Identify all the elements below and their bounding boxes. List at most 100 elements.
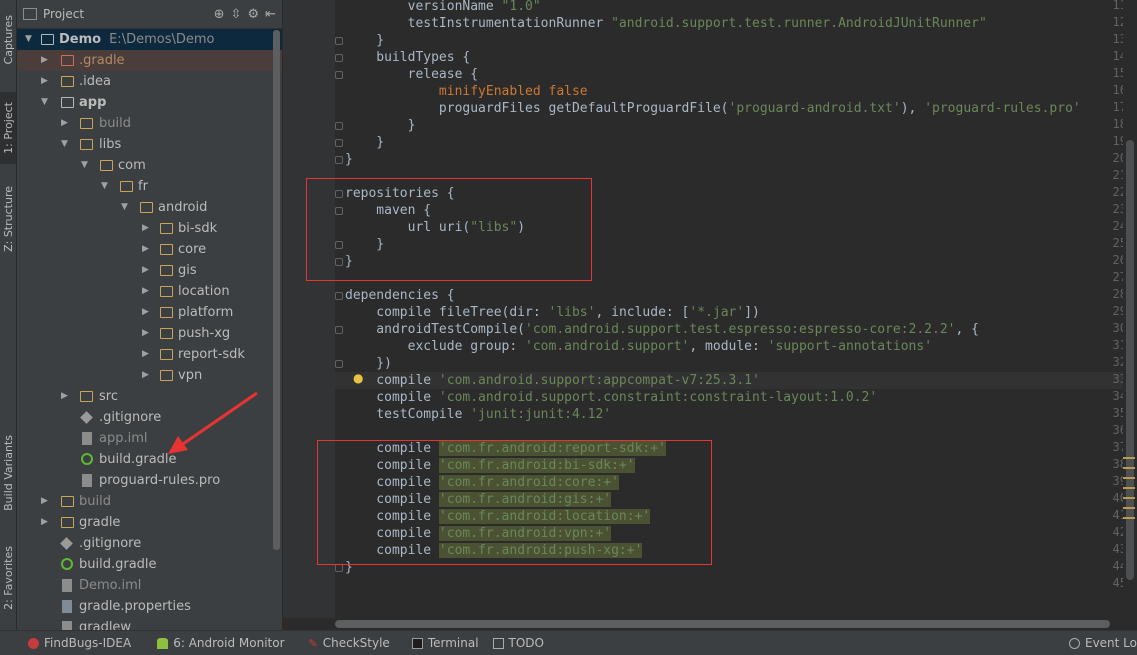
fold-marker-icon[interactable] bbox=[335, 54, 343, 62]
tree-item-gis[interactable]: ▶ gis bbox=[17, 260, 282, 281]
error-stripe-marker[interactable] bbox=[1123, 457, 1135, 459]
code-line: buildTypes { bbox=[345, 49, 470, 66]
tree-item-src[interactable]: ▶ src bbox=[17, 386, 282, 407]
tree-item-libs[interactable]: ▼ libs bbox=[17, 134, 282, 155]
tree-item-bi-sdk[interactable]: ▶ bi-sdk bbox=[17, 218, 282, 239]
tree-item-gitignore[interactable]: .gitignore bbox=[17, 533, 282, 554]
tree-item-fr[interactable]: ▼ fr bbox=[17, 176, 282, 197]
tree-item-gradle[interactable]: ▶ gradle bbox=[17, 512, 282, 533]
collapsed-arrow-icon[interactable]: ▶ bbox=[41, 50, 51, 71]
line-number: 43 bbox=[1112, 542, 1127, 556]
collapsed-arrow-icon[interactable]: ▶ bbox=[142, 281, 152, 302]
expanded-arrow-icon[interactable]: ▼ bbox=[121, 197, 131, 218]
error-stripe-marker[interactable] bbox=[1123, 467, 1135, 469]
collapsed-arrow-icon[interactable]: ▶ bbox=[142, 218, 152, 239]
fold-marker-icon[interactable] bbox=[335, 360, 343, 368]
tree-item-gradlew[interactable]: gradlew bbox=[17, 617, 282, 630]
collapsed-arrow-icon[interactable]: ▶ bbox=[142, 344, 152, 365]
fold-marker-icon[interactable] bbox=[335, 564, 343, 572]
tree-item-build-gradle[interactable]: build.gradle bbox=[17, 554, 282, 575]
code-editor[interactable]: 11 versionName "1.0" 12 testInstrumentati… bbox=[283, 0, 1137, 630]
event-log-tab[interactable]: Event Lo bbox=[1068, 631, 1137, 655]
error-stripe-marker[interactable] bbox=[1123, 507, 1135, 509]
tree-item-location[interactable]: ▶ location bbox=[17, 281, 282, 302]
tree-item-demo[interactable]: ▼ Demo E:\Demos\Demo bbox=[17, 29, 282, 50]
tree-item-push-xg[interactable]: ▶ push-xg bbox=[17, 323, 282, 344]
vertical-scrollbar[interactable] bbox=[1123, 0, 1137, 618]
horizontal-scrollbar[interactable] bbox=[335, 618, 1137, 630]
tree-label: gis bbox=[178, 263, 197, 278]
collapsed-arrow-icon[interactable]: ▶ bbox=[142, 239, 152, 260]
todo-tab[interactable]: TODO bbox=[492, 636, 544, 650]
tree-label: libs bbox=[99, 137, 122, 152]
expanded-arrow-icon[interactable]: ▼ bbox=[61, 134, 71, 155]
lightbulb-icon[interactable]: ● bbox=[353, 371, 363, 385]
android-monitor-tab[interactable]: 6: Android Monitor bbox=[157, 636, 285, 650]
fold-marker-icon[interactable] bbox=[335, 122, 343, 130]
code-token: 'com.android.support:appcompat-v7:25.3.1… bbox=[438, 373, 760, 388]
fold-marker-icon[interactable] bbox=[335, 156, 343, 164]
tab-build-variants-label: Build Variants bbox=[1, 434, 15, 511]
error-stripe-marker[interactable] bbox=[1123, 497, 1135, 499]
tree-item-platform[interactable]: ▶ platform bbox=[17, 302, 282, 323]
sync-icon[interactable]: ⊕ bbox=[214, 7, 225, 22]
collapsed-arrow-icon[interactable]: ▶ bbox=[142, 323, 152, 344]
horizontal-scroll-thumb[interactable] bbox=[335, 620, 1110, 628]
fold-marker-icon[interactable] bbox=[335, 139, 343, 147]
terminal-tab[interactable]: Terminal bbox=[411, 636, 479, 650]
error-stripe-marker[interactable] bbox=[1123, 517, 1135, 519]
tree-item-vpn[interactable]: ▶ vpn bbox=[17, 365, 282, 386]
tree-item-app[interactable]: ▼ app bbox=[17, 92, 282, 113]
line-number: 41 bbox=[1112, 508, 1127, 522]
tree-item-build[interactable]: ▶ build bbox=[17, 491, 282, 512]
tab-structure[interactable]: Z: Structure bbox=[0, 178, 16, 260]
fold-marker-icon[interactable] bbox=[335, 71, 343, 79]
tab-build-variants[interactable]: Build Variants bbox=[0, 425, 16, 520]
tree-item-gradle-dir[interactable]: ▶ .gradle bbox=[17, 50, 282, 71]
collapse-icon[interactable]: ⇳ bbox=[231, 7, 242, 22]
tree-item-demo-iml[interactable]: Demo.iml bbox=[17, 575, 282, 596]
findbugs-tab[interactable]: FindBugs-IDEA bbox=[28, 636, 131, 650]
collapsed-arrow-icon[interactable]: ▶ bbox=[142, 302, 152, 323]
folder-icon bbox=[140, 202, 153, 213]
error-stripe-marker[interactable] bbox=[1123, 487, 1135, 489]
fold-marker-icon[interactable] bbox=[335, 326, 343, 334]
expanded-arrow-icon[interactable]: ▼ bbox=[25, 29, 35, 50]
tree-item-app-gitignore[interactable]: .gitignore bbox=[17, 407, 282, 428]
collapsed-arrow-icon[interactable]: ▶ bbox=[142, 260, 152, 281]
tree-item-app-build-gradle[interactable]: build.gradle bbox=[17, 449, 282, 470]
tree-item-report-sdk[interactable]: ▶ report-sdk bbox=[17, 344, 282, 365]
line-number: 39 bbox=[1112, 474, 1127, 488]
tree-item-android[interactable]: ▼ android bbox=[17, 197, 282, 218]
tree-item-gradle-properties[interactable]: gradle.properties bbox=[17, 596, 282, 617]
tab-project[interactable]: 1: Project bbox=[0, 92, 16, 164]
collapsed-arrow-icon[interactable]: ▶ bbox=[61, 113, 71, 134]
checkstyle-tab[interactable]: ✎ CheckStyle bbox=[309, 636, 390, 650]
tree-item-com[interactable]: ▼ com bbox=[17, 155, 282, 176]
tree-item-app-build[interactable]: ▶ build bbox=[17, 113, 282, 134]
collapsed-arrow-icon[interactable]: ▶ bbox=[41, 512, 51, 533]
gear-icon[interactable]: ⚙ bbox=[247, 7, 259, 22]
code-token: 'support-annotations' bbox=[767, 339, 933, 354]
expanded-arrow-icon[interactable]: ▼ bbox=[81, 155, 91, 176]
line-number: 42 bbox=[1112, 525, 1127, 539]
tab-favorites[interactable]: 2: Favorites bbox=[0, 536, 16, 620]
expanded-arrow-icon[interactable]: ▼ bbox=[41, 92, 51, 113]
tree-item-app-iml[interactable]: app.iml bbox=[17, 428, 282, 449]
error-stripe-marker[interactable] bbox=[1123, 477, 1135, 479]
tree-scrollbar[interactable] bbox=[273, 30, 280, 550]
tree-item-idea[interactable]: ▶ .idea bbox=[17, 71, 282, 92]
hide-icon[interactable]: ⇤ bbox=[265, 7, 276, 22]
collapsed-arrow-icon[interactable]: ▶ bbox=[61, 386, 71, 407]
vertical-scroll-thumb[interactable] bbox=[1126, 140, 1134, 580]
collapsed-arrow-icon[interactable]: ▶ bbox=[41, 491, 51, 512]
code-token: 'com.android.support.test.espresso:espre… bbox=[525, 322, 956, 337]
collapsed-arrow-icon[interactable]: ▶ bbox=[41, 71, 51, 92]
tree-item-proguard-rules[interactable]: proguard-rules.pro bbox=[17, 470, 282, 491]
fold-marker-icon[interactable] bbox=[335, 292, 343, 300]
fold-marker-icon[interactable] bbox=[335, 37, 343, 45]
collapsed-arrow-icon[interactable]: ▶ bbox=[142, 365, 152, 386]
tree-item-core[interactable]: ▶ core bbox=[17, 239, 282, 260]
tab-captures[interactable]: Captures bbox=[0, 4, 16, 76]
expanded-arrow-icon[interactable]: ▼ bbox=[101, 176, 111, 197]
